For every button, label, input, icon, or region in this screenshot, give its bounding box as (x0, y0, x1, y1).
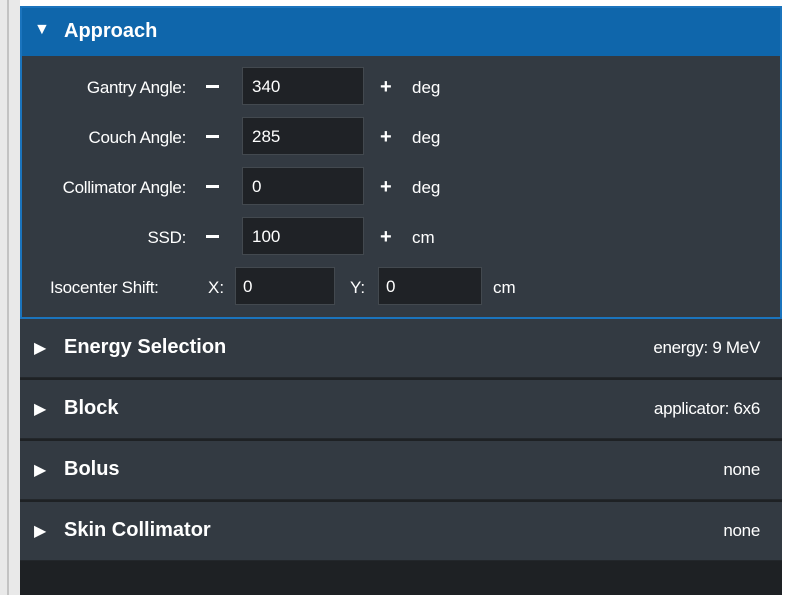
couch-decrement-button[interactable] (206, 135, 219, 138)
collimator-decrement-button[interactable] (206, 185, 219, 188)
collimator-angle-row: Collimator Angle: 0 + deg (22, 167, 780, 207)
energy-selection-value: energy: 9 MeV (653, 338, 760, 357)
approach-header[interactable]: ▼ Approach (22, 8, 780, 56)
isocenter-y-input[interactable]: 0 (378, 267, 482, 305)
triangle-right-icon: ▶ (34, 462, 47, 479)
bolus-section[interactable]: ▶ Bolus none (20, 441, 782, 500)
block-value: applicator: 6x6 (653, 399, 760, 418)
isocenter-x-input[interactable]: 0 (235, 267, 335, 305)
beam-properties-panel: ▼ Approach Gantry Angle: 340 + deg Couch… (20, 6, 782, 595)
approach-title: Approach (64, 20, 158, 42)
isocenter-shift-row: Isocenter Shift: X: 0 Y: 0 cm (22, 267, 780, 307)
gantry-angle-label: Gantry Angle: (86, 78, 186, 97)
triangle-down-icon: ▼ (34, 21, 50, 38)
collimator-unit: deg (412, 178, 441, 197)
ssd-decrement-button[interactable] (206, 235, 219, 238)
ssd-increment-button[interactable]: + (380, 227, 392, 247)
isocenter-shift-label: Isocenter Shift: (50, 278, 159, 297)
left-edge-strip (0, 0, 20, 595)
collimator-increment-button[interactable]: + (380, 177, 392, 197)
collimator-angle-label: Collimator Angle: (62, 178, 187, 197)
skin-collimator-value: none (723, 521, 760, 540)
couch-angle-row: Couch Angle: 285 + deg (22, 117, 780, 157)
collimator-angle-input[interactable]: 0 (242, 167, 364, 205)
gantry-angle-input[interactable]: 340 (242, 67, 364, 105)
block-section[interactable]: ▶ Block applicator: 6x6 (20, 380, 782, 439)
triangle-right-icon: ▶ (34, 340, 47, 357)
gantry-increment-button[interactable]: + (380, 77, 392, 97)
skin-collimator-title: Skin Collimator (64, 519, 211, 541)
gantry-decrement-button[interactable] (206, 85, 219, 88)
splitter-line (7, 0, 9, 595)
triangle-right-icon: ▶ (34, 523, 47, 540)
isocenter-unit: cm (493, 278, 516, 297)
couch-angle-input[interactable]: 285 (242, 117, 364, 155)
couch-increment-button[interactable]: + (380, 127, 392, 147)
isocenter-y-label: Y: (350, 278, 366, 297)
bolus-title: Bolus (64, 458, 120, 480)
ssd-row: SSD: 100 + cm (22, 217, 780, 257)
isocenter-x-label: X: (208, 278, 225, 297)
approach-section: ▼ Approach Gantry Angle: 340 + deg Couch… (20, 6, 782, 319)
block-title: Block (64, 397, 119, 419)
ssd-label: SSD: (147, 228, 187, 247)
screen: ▼ Approach Gantry Angle: 340 + deg Couch… (0, 0, 792, 595)
ssd-input[interactable]: 100 (242, 217, 364, 255)
skin-collimator-section[interactable]: ▶ Skin Collimator none (20, 502, 782, 561)
couch-unit: deg (412, 128, 441, 147)
gantry-angle-row: Gantry Angle: 340 + deg (22, 67, 780, 107)
bolus-value: none (723, 460, 760, 479)
gantry-unit: deg (412, 78, 441, 97)
energy-selection-title: Energy Selection (64, 336, 227, 358)
ssd-unit: cm (412, 228, 435, 247)
energy-selection-section[interactable]: ▶ Energy Selection energy: 9 MeV (20, 319, 782, 378)
triangle-right-icon: ▶ (34, 401, 47, 418)
couch-angle-label: Couch Angle: (88, 128, 186, 147)
